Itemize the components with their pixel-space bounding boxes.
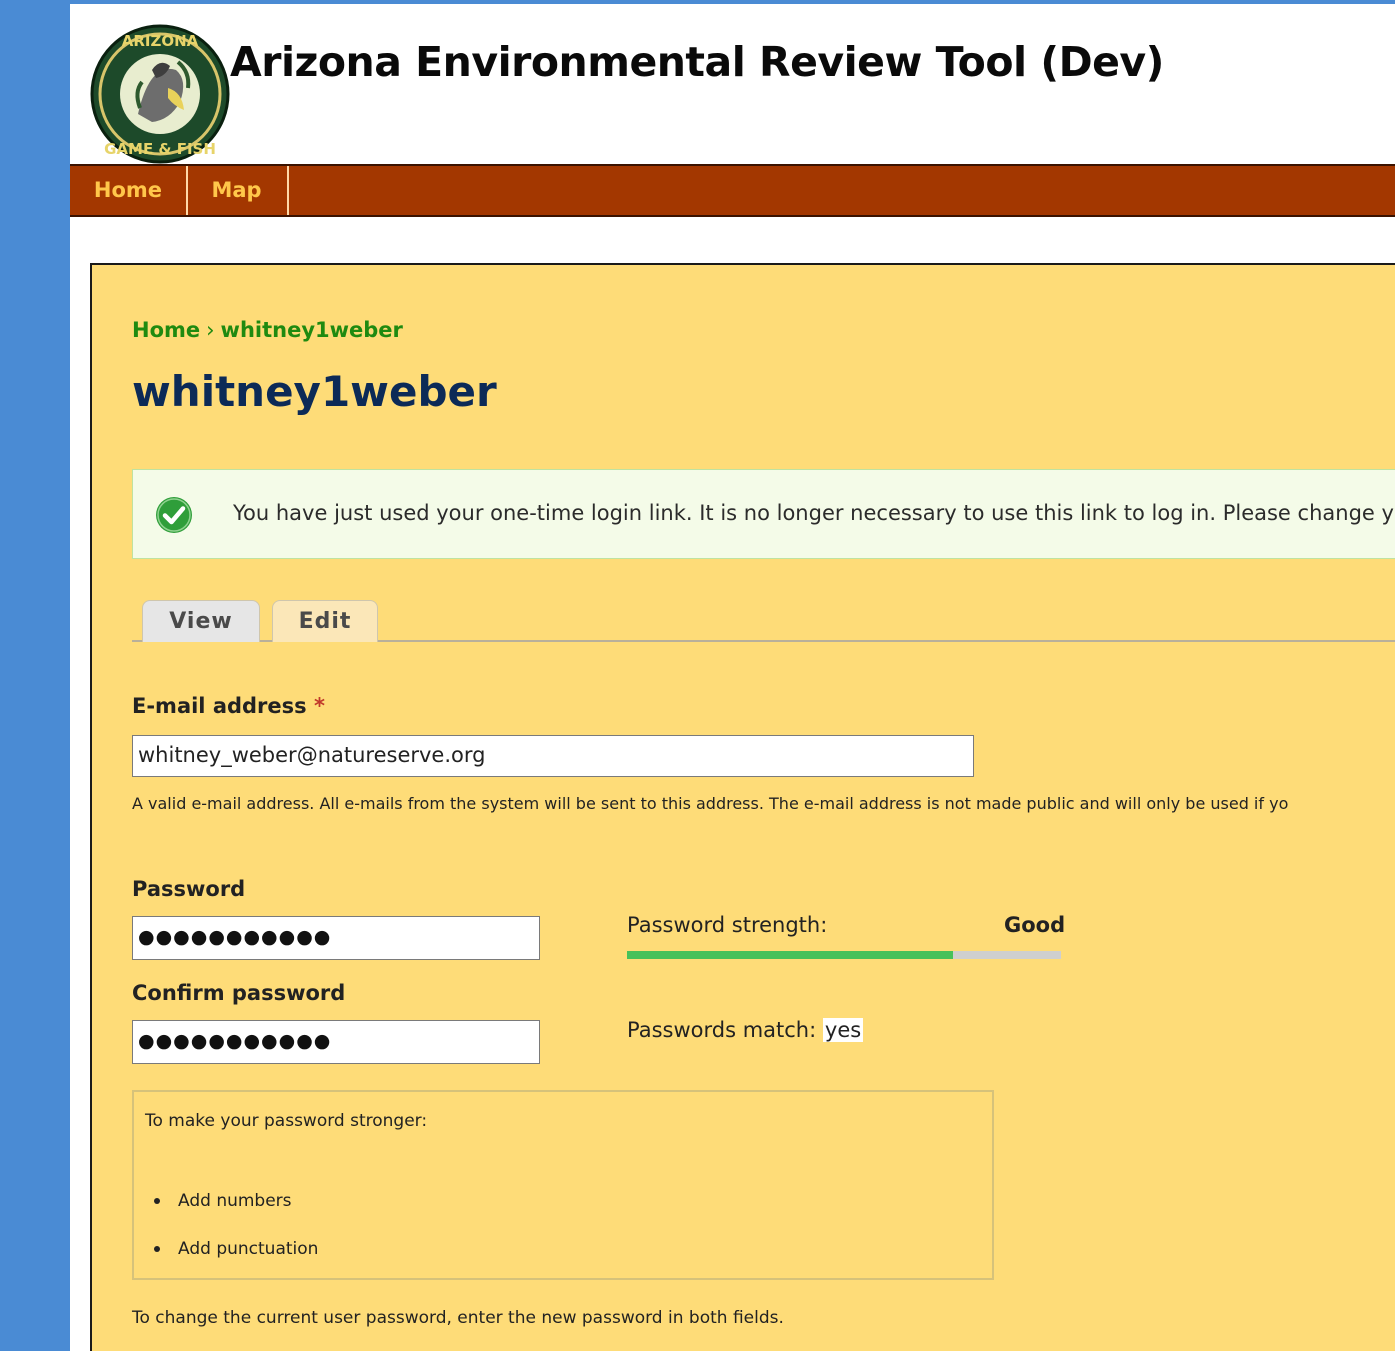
svg-text:ARIZONA: ARIZONA	[122, 32, 199, 50]
status-message: You have just used your one-time login l…	[132, 469, 1395, 559]
confirm-password-field[interactable]: ●●●●●●●●●●●	[132, 1020, 540, 1064]
passwords-match: Passwords match: yes	[627, 1018, 864, 1042]
breadcrumb-separator: ›	[206, 318, 215, 342]
window-frame-left	[0, 0, 8, 1351]
bullet-icon	[154, 1198, 160, 1204]
breadcrumb-current[interactable]: whitney1weber	[221, 318, 403, 342]
suggestions-title: To make your password stronger:	[145, 1111, 428, 1131]
password-field[interactable]: ●●●●●●●●●●●	[132, 916, 540, 960]
password-strength-fill	[627, 951, 953, 959]
nav-item-home[interactable]: Home	[70, 166, 188, 215]
email-help-text: A valid e-mail address. All e-mails from…	[132, 794, 1289, 813]
suggestion-text: Add numbers	[178, 1191, 292, 1211]
passwords-match-value: yes	[822, 1018, 864, 1042]
arizona-game-fish-seal-icon: ARIZONA GAME & FISH	[90, 24, 230, 164]
email-label-text: E-mail address	[132, 694, 307, 718]
tabs: View Edit	[132, 600, 1395, 642]
main-nav: Home Map	[70, 164, 1395, 217]
required-marker: *	[313, 694, 325, 718]
suggestion-text: Add punctuation	[178, 1239, 319, 1259]
breadcrumb-home-link[interactable]: Home	[132, 318, 200, 342]
site-title: Arizona Environmental Review Tool (Dev)	[230, 38, 1164, 86]
passwords-match-label: Passwords match:	[627, 1018, 817, 1042]
suggestion-item: Add punctuation	[154, 1239, 319, 1259]
breadcrumb: Home › whitney1weber	[132, 318, 403, 342]
password-strength-bar	[627, 951, 1061, 959]
tab-view[interactable]: View	[142, 600, 260, 642]
nav-item-map[interactable]: Map	[186, 166, 289, 215]
tab-edit[interactable]: Edit	[272, 600, 378, 642]
status-message-text: You have just used your one-time login l…	[233, 501, 1395, 525]
confirm-password-label: Confirm password	[132, 981, 346, 1005]
logo[interactable]: ARIZONA GAME & FISH	[90, 22, 230, 164]
page: ARIZONA GAME & FISH Arizona Environmenta…	[70, 4, 1395, 1351]
page-title: whitney1weber	[132, 367, 497, 416]
password-strength-value: Good	[1004, 913, 1066, 937]
bullet-icon	[154, 1246, 160, 1252]
email-field[interactable]: whitney_weber@natureserve.org	[132, 735, 974, 777]
password-help-text: To change the current user password, ent…	[132, 1308, 784, 1328]
site-header: ARIZONA GAME & FISH Arizona Environmenta…	[70, 4, 1395, 164]
svg-text:GAME & FISH: GAME & FISH	[104, 140, 216, 158]
email-label: E-mail address *	[132, 694, 325, 718]
password-suggestions: To make your password stronger: Add numb…	[132, 1090, 994, 1280]
suggestion-item: Add numbers	[154, 1191, 292, 1211]
password-label: Password	[132, 877, 246, 901]
main-content: Home › whitney1weber whitney1weber You hav…	[90, 263, 1395, 1351]
password-strength-label: Password strength:	[627, 913, 828, 937]
check-circle-icon	[156, 497, 192, 533]
left-sidebar	[8, 4, 70, 1351]
